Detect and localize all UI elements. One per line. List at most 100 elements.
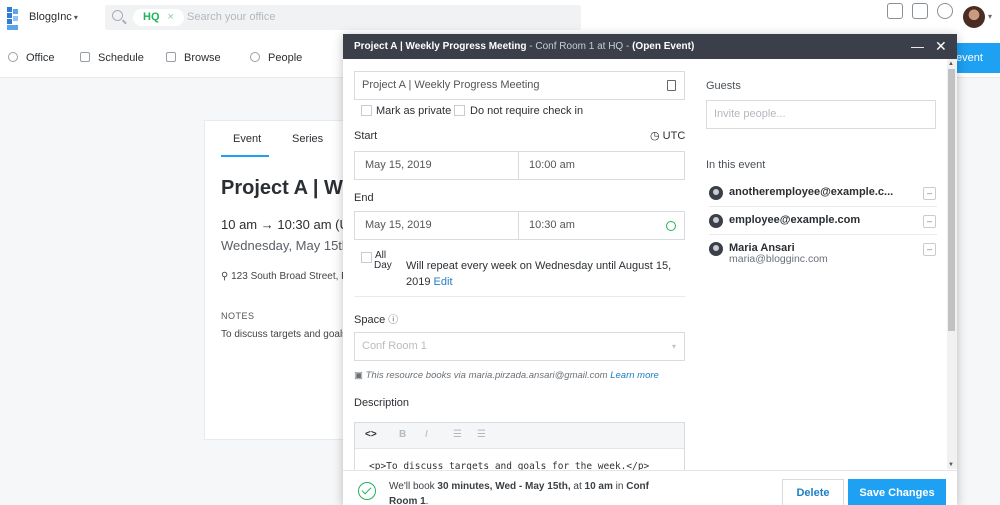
nav-office-label: Office [26, 52, 55, 64]
event-address-text: 123 South Broad Street, Philadelphia [231, 271, 343, 282]
modal-title: Project A | Weekly Progress Meeting [354, 41, 527, 52]
clock-icon: ◷ [650, 130, 663, 142]
space-select[interactable]: Conf Room 1 ▾ [354, 332, 685, 361]
scroll-down-icon[interactable]: ▼ [948, 462, 954, 468]
company-name: BloggInc [29, 11, 72, 23]
in-event-label: In this event [706, 159, 766, 171]
booking-in: in [612, 481, 627, 492]
invite-people-input[interactable]: Invite people... [706, 100, 936, 129]
booking-prefix: We'll book [389, 481, 438, 492]
booking-summary: We'll book 30 minutes, Wed - May 15th, a… [389, 479, 669, 505]
nav-schedule-label: Schedule [98, 52, 144, 64]
office-chip[interactable]: HQ × [133, 9, 184, 26]
chevron-down-icon: ▾ [73, 13, 78, 22]
check-circle-icon [358, 482, 376, 500]
attendee-name: employee@example.com [729, 214, 861, 226]
chip-remove-icon[interactable]: × [168, 11, 174, 23]
start-date-input[interactable]: May 15, 2019 [354, 151, 519, 180]
bullet-list-icon[interactable]: ☰ [453, 429, 462, 440]
notes-text: To discuss targets and goals for the wee… [221, 329, 343, 340]
top-bar: BloggInc ▾ HQ × Search your office ▾ [0, 0, 1000, 38]
modal-room: Conf Room 1 at HQ [535, 41, 626, 52]
delete-button[interactable]: Delete [782, 479, 844, 505]
space-select-value: Conf Room 1 [362, 340, 427, 352]
gift-icon[interactable] [912, 3, 928, 19]
repeat-edit-link[interactable]: Edit [434, 276, 453, 288]
calendar-icon[interactable] [887, 3, 903, 19]
learn-more-link[interactable]: Learn more [610, 370, 659, 381]
event-title-input[interactable]: Project A | Weekly Progress Meeting [354, 71, 685, 100]
nav-schedule[interactable]: Schedule [80, 52, 144, 64]
space-label-text: Space [354, 314, 386, 326]
editor-toolbar: <> B I ☰ ☰ [355, 423, 684, 449]
card-clip: Project A | Weekly Progress Meeting 10 a… [205, 121, 343, 441]
end-time-input[interactable]: 10:30 am [518, 211, 685, 240]
event-title-value: Project A | Weekly Progress Meeting [362, 79, 540, 91]
chevron-down-icon: ▾ [671, 342, 676, 351]
end-label: End [354, 192, 374, 204]
start-time-input[interactable]: 10:00 am [518, 151, 685, 180]
lock-icon: ▣ [354, 370, 366, 381]
nav-people-label: People [268, 52, 303, 64]
scroll-up-icon[interactable]: ▲ [948, 61, 954, 67]
help-icon[interactable] [937, 3, 953, 19]
person-icon [709, 214, 723, 228]
end-time-value: 10:30 am [529, 219, 575, 231]
search-icon [8, 52, 18, 62]
numbered-list-icon[interactable]: ☰ [477, 429, 486, 440]
resource-note-text: This resource books via maria.pirzada.an… [365, 370, 608, 381]
close-icon[interactable]: ✕ [935, 34, 947, 59]
bold-icon[interactable]: B [399, 429, 406, 440]
calendar-icon [80, 52, 90, 62]
office-chip-label: HQ [143, 11, 160, 23]
company-switcher[interactable]: BloggInc ▾ [29, 11, 78, 23]
nav-browse[interactable]: Browse [166, 52, 221, 64]
end-date-input[interactable]: May 15, 2019 [354, 211, 519, 240]
booking-suffix: . [425, 496, 429, 505]
notes-heading: NOTES [221, 311, 255, 321]
modal-footer: We'll book 30 minutes, Wed - May 15th, a… [343, 470, 957, 505]
timezone-value: UTC [662, 130, 686, 142]
remove-attendee-button[interactable]: – [923, 243, 936, 256]
italic-icon[interactable]: I [425, 429, 428, 440]
person-icon [709, 186, 723, 200]
code-view-icon[interactable]: <> [365, 429, 377, 440]
attendee-name: anotheremployee@example.c... [729, 186, 894, 198]
company-logo-icon[interactable] [6, 6, 20, 32]
no-checkin-checkbox[interactable] [454, 105, 465, 116]
nav-people[interactable]: People [250, 52, 302, 64]
guests-label: Guests [706, 80, 741, 92]
map-icon [166, 52, 176, 62]
location-pin-icon: ⚲ [221, 271, 232, 282]
edit-event-modal: Project A | Weekly Progress Meeting - Co… [343, 34, 957, 505]
chevron-down-icon[interactable]: ▾ [988, 12, 992, 21]
booking-at: at [570, 481, 585, 492]
help-icon[interactable]: ⓘ [388, 315, 398, 326]
nav-office[interactable]: Office [8, 52, 55, 64]
modal-status: (Open Event) [632, 41, 695, 52]
minimize-icon[interactable]: — [911, 34, 924, 59]
resource-note: ▣ This resource books via maria.pirzada.… [354, 370, 659, 381]
attendee-row: anotheremployee@example.c... – [709, 179, 937, 207]
scrollbar-thumb[interactable] [948, 69, 955, 331]
remove-attendee-button[interactable]: – [923, 187, 936, 200]
modal-header: Project A | Weekly Progress Meeting - Co… [343, 34, 957, 59]
remove-attendee-button[interactable]: – [923, 215, 936, 228]
search-placeholder[interactable]: Search your office [187, 11, 275, 23]
description-label: Description [354, 397, 410, 409]
all-day-checkbox[interactable] [361, 252, 372, 263]
save-changes-button[interactable]: Save Changes [848, 479, 946, 505]
attendee-email: maria@blogginc.com [729, 253, 828, 265]
office-search[interactable]: HQ × Search your office [105, 5, 581, 30]
new-event-button[interactable]: event [952, 43, 1000, 73]
search-icon [112, 10, 123, 21]
timezone-toggle[interactable]: ◷ UTC [650, 129, 685, 142]
mark-private-checkbox[interactable] [361, 105, 372, 116]
user-avatar[interactable] [963, 6, 985, 28]
space-label: Space ⓘ [354, 311, 398, 326]
valid-check-icon [666, 221, 676, 231]
booking-time: 10 am [584, 481, 613, 492]
notes-icon[interactable] [667, 80, 676, 91]
attendee-row: employee@example.com – [709, 207, 937, 235]
person-icon [709, 242, 723, 256]
